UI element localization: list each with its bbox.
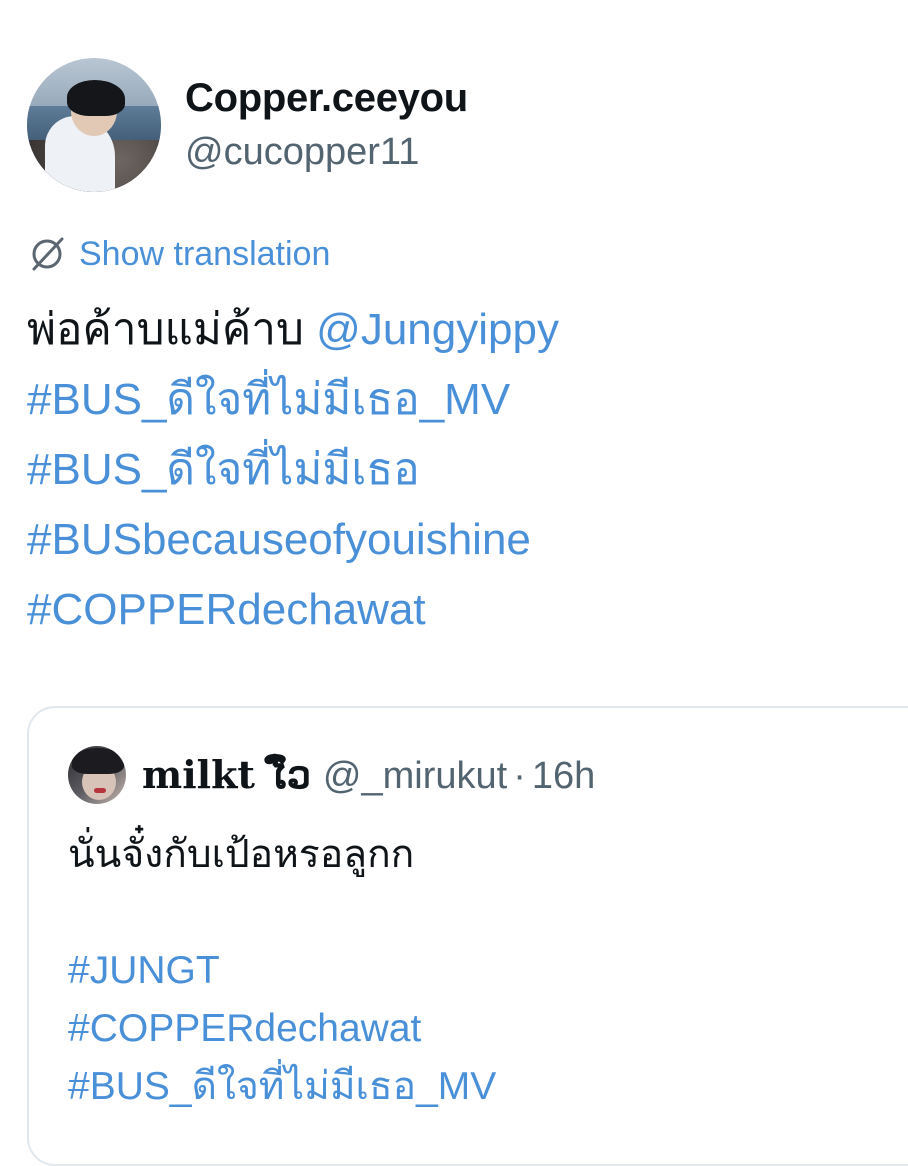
quoted-tweet-time[interactable]: 16h bbox=[532, 755, 595, 798]
globe-slash-icon bbox=[32, 237, 64, 271]
tweet-line: #COPPERdechawat bbox=[27, 575, 887, 645]
show-translation-label[interactable]: Show translation bbox=[79, 235, 330, 274]
tweet-line: #BUS_ดีใจที่ไม่มีเธอ_MV bbox=[27, 365, 887, 435]
quoted-tweet-header: milkt ໄ໋ົວ @_mirukut · 16h bbox=[142, 752, 595, 798]
hashtag-link[interactable]: #JUNGT bbox=[68, 942, 908, 1000]
tweet: Copper.ceeyou @cucopper11 Show translati… bbox=[0, 0, 908, 1166]
quoted-author-handle[interactable]: @_mirukut bbox=[323, 755, 507, 798]
author-display-name[interactable]: Copper.ceeyou bbox=[185, 76, 468, 121]
separator-dot: · bbox=[513, 755, 526, 797]
hashtag-link[interactable]: #BUSbecauseofyouishine bbox=[27, 515, 531, 564]
hashtag-link[interactable]: #BUS_ดีใจที่ไม่มีเธอ_MV bbox=[27, 375, 510, 424]
show-translation[interactable]: Show translation bbox=[27, 232, 330, 276]
quoted-author-avatar[interactable] bbox=[68, 746, 126, 804]
quoted-blank-line bbox=[68, 884, 908, 942]
hashtag-link[interactable]: #COPPERdechawat bbox=[27, 585, 426, 634]
hashtag-link[interactable]: #BUS_ดีใจที่ไม่มีเธอ_MV bbox=[68, 1058, 908, 1116]
author-handle[interactable]: @cucopper11 bbox=[185, 131, 419, 174]
hashtag-link[interactable]: #COPPERdechawat bbox=[68, 1000, 908, 1058]
quoted-tweet-text: นั่นจั๋งกับเป้อหรอลูกก #JUNGT #COPPERdec… bbox=[68, 826, 908, 1116]
hashtag-link[interactable]: #BUS_ดีใจที่ไม่มีเธอ bbox=[27, 445, 420, 494]
tweet-text-segment: พ่อค้าบแม่ค้าบ bbox=[27, 305, 317, 354]
quoted-author-display-name[interactable]: milkt ໄ໋ົວ bbox=[142, 752, 311, 797]
tweet-line: พ่อค้าบแม่ค้าบ @Jungyippy bbox=[27, 295, 887, 365]
mention-link[interactable]: @Jungyippy bbox=[316, 305, 559, 354]
tweet-text: พ่อค้าบแม่ค้าบ @Jungyippy #BUS_ดีใจที่ไม… bbox=[27, 295, 887, 645]
tweet-line: #BUSbecauseofyouishine bbox=[27, 505, 887, 575]
quoted-tweet[interactable]: milkt ໄ໋ົວ @_mirukut · 16h นั่นจั๋งกับเป… bbox=[27, 706, 908, 1166]
quoted-text-line: นั่นจั๋งกับเป้อหรอลูกก bbox=[68, 833, 415, 876]
author-avatar[interactable] bbox=[27, 58, 161, 192]
tweet-line: #BUS_ดีใจที่ไม่มีเธอ bbox=[27, 435, 887, 505]
